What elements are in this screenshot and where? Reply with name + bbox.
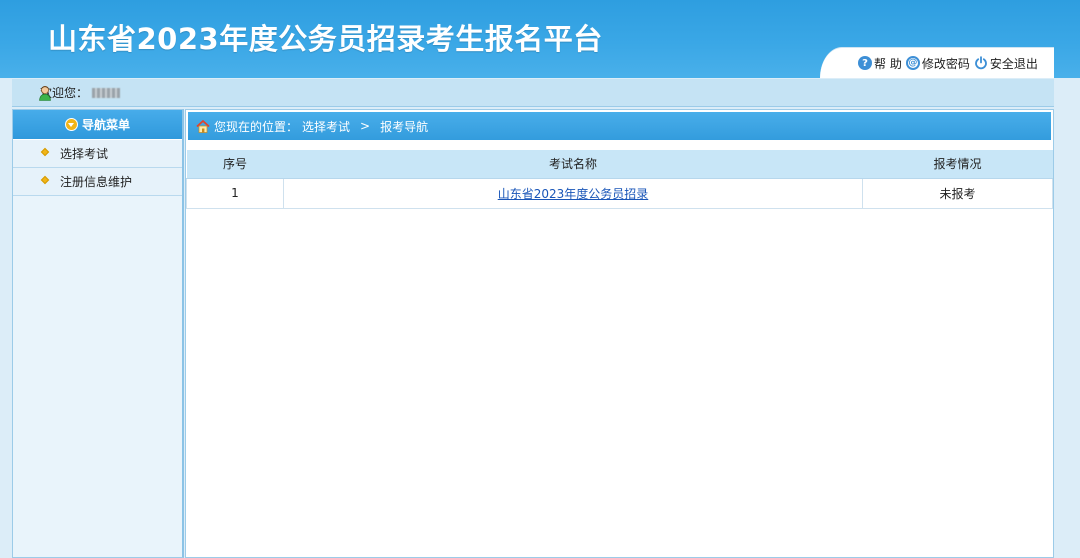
table-header-row: 序号 考试名称 报考情况 <box>186 150 1053 179</box>
sidebar-title: 导航菜单 <box>81 118 130 132</box>
username-redacted <box>92 87 121 98</box>
breadcrumb-prefix: 您现在的位置： <box>214 119 299 134</box>
main-panel: 您现在的位置： 选择考试 > 报考导航 序号 考试名称 报考情况 1 山东省20… <box>185 109 1054 558</box>
change-password-label: 修改密码 <box>921 56 970 71</box>
breadcrumb: 您现在的位置： 选择考试 > 报考导航 <box>188 112 1051 140</box>
diamond-bullet-icon <box>40 147 50 157</box>
row-exam-name-cell: 山东省2023年度公务员招录 <box>283 177 863 209</box>
column-header-index: 序号 <box>186 150 284 179</box>
sidebar: 导航菜单 选择考试 注册信息维护 <box>12 109 184 558</box>
help-icon: ? <box>858 56 872 70</box>
welcome-bar: 欢迎您： <box>12 79 1054 107</box>
sidebar-item-label: 选择考试 <box>60 147 109 161</box>
user-icon <box>39 86 51 101</box>
sidebar-item-label: 注册信息维护 <box>60 175 133 189</box>
help-button[interactable]: ? 帮 助 <box>858 55 902 72</box>
diamond-bullet-icon <box>40 175 50 185</box>
logout-label: 安全退出 <box>989 56 1038 71</box>
logout-button[interactable]: 安全退出 <box>974 55 1038 72</box>
column-header-status: 报考情况 <box>862 150 1053 179</box>
exam-name-link[interactable]: 山东省2023年度公务员招录 <box>498 187 649 201</box>
column-header-exam-name: 考试名称 <box>283 150 863 179</box>
breadcrumb-item-select-exam: 选择考试 <box>302 119 351 134</box>
breadcrumb-separator: > <box>360 119 371 133</box>
home-icon <box>196 119 210 133</box>
breadcrumb-item-current: 报考导航 <box>380 119 429 134</box>
chevron-down-icon <box>64 118 78 131</box>
help-label: 帮 助 <box>874 56 902 71</box>
sidebar-item-select-exam[interactable]: 选择考试 <box>13 140 182 168</box>
table-row: 1 山东省2023年度公务员招录 未报考 <box>186 177 1053 209</box>
change-password-button[interactable]: @ 修改密码 <box>905 55 970 72</box>
power-icon <box>974 56 987 70</box>
exam-table: 序号 考试名称 报考情况 1 山东省2023年度公务员招录 未报考 <box>186 150 1053 209</box>
sidebar-header: 导航菜单 <box>13 110 182 140</box>
platform-title: 山东省2023年度公务员招录考生报名平台 <box>48 22 603 56</box>
top-toolbar: ? 帮 助 @ 修改密码 安全退出 <box>858 54 1038 72</box>
row-status: 未报考 <box>862 177 1053 209</box>
row-index: 1 <box>186 177 284 209</box>
at-icon: @ <box>905 56 920 70</box>
sidebar-item-registration-info[interactable]: 注册信息维护 <box>13 168 182 196</box>
